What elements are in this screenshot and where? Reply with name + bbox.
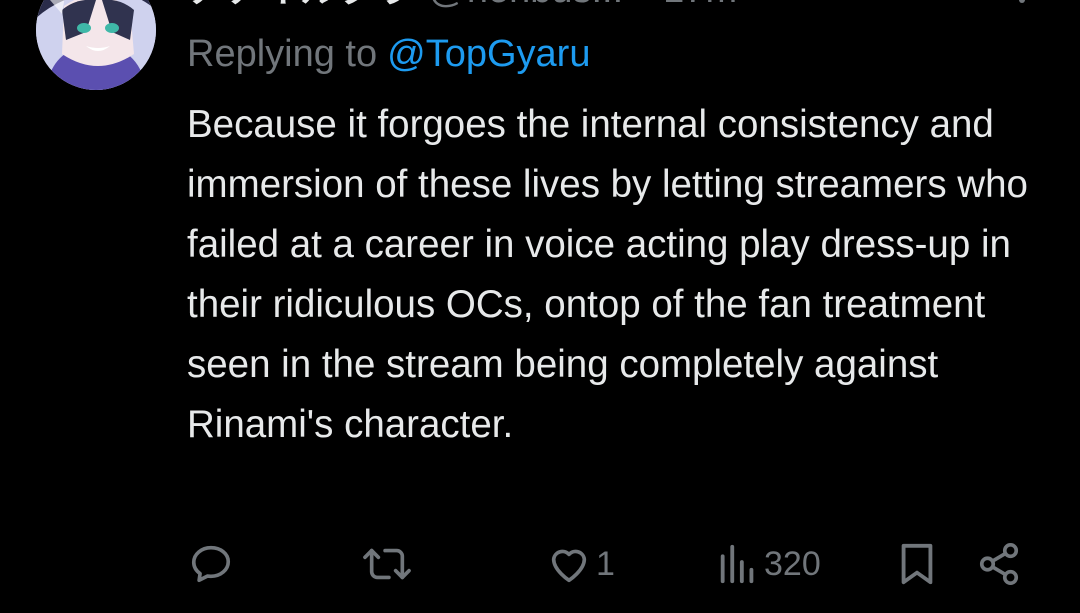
views-button[interactable]: 320: [716, 536, 821, 592]
tweet-action-bar: 1 320: [0, 536, 1080, 592]
replying-to-handle[interactable]: @TopGyaru: [387, 33, 590, 75]
avatar[interactable]: [36, 0, 156, 90]
share-icon: [979, 543, 1019, 585]
views-count: 320: [764, 545, 821, 583]
like-count: 1: [596, 545, 615, 583]
tweet-text: Because it forgoes the internal consiste…: [187, 103, 1028, 446]
share-button[interactable]: [976, 536, 1022, 592]
replying-to: Replying to @TopGyaru: [187, 30, 590, 78]
replying-to-label: Replying to: [187, 33, 378, 75]
tweet-timestamp[interactable]: 17m: [663, 0, 737, 11]
heart-icon: [551, 549, 587, 583]
tweet-header: アナイルクラ @nenbus... 17m: [187, 0, 1080, 14]
author-display-name[interactable]: アナイルクラ: [187, 0, 414, 11]
like-button[interactable]: 1: [546, 536, 615, 592]
repost-icon: [363, 548, 411, 580]
reply-icon: [191, 545, 231, 583]
grok-icon[interactable]: [880, 0, 940, 12]
bookmark-button[interactable]: [896, 536, 938, 592]
repost-button[interactable]: [362, 536, 416, 592]
more-options-icon[interactable]: [1010, 0, 1034, 10]
reply-button[interactable]: [188, 536, 238, 592]
author-handle[interactable]: @nenbus...: [428, 0, 623, 11]
views-icon: [720, 544, 754, 584]
bookmark-icon: [901, 543, 933, 585]
